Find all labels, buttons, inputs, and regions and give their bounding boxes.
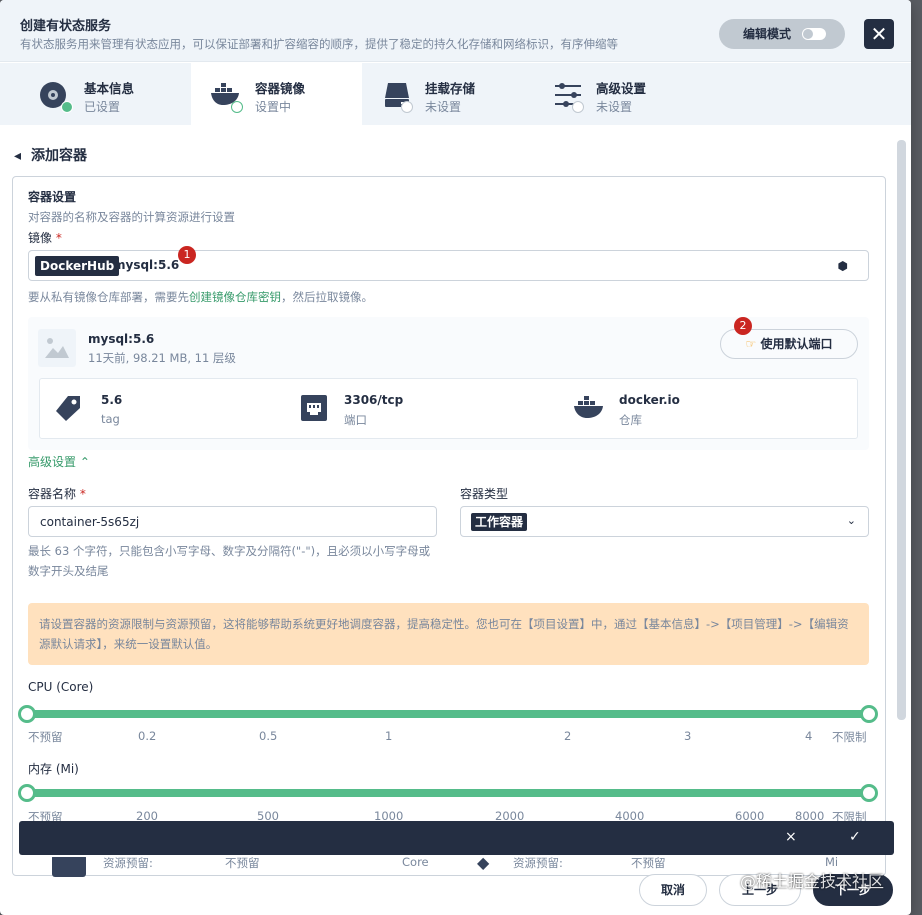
container-name-value: container-5s65zj xyxy=(40,515,140,529)
cpu-tick: 不预留 xyxy=(28,730,63,744)
close-button[interactable]: ✕ xyxy=(864,19,894,49)
registry-hint: 要从私有镜像仓库部署，需要先创建镜像仓库密钥，然后拉取镜像。 xyxy=(28,290,373,304)
status-in-progress-icon xyxy=(231,101,243,113)
cpu-tick: 不限制 xyxy=(832,730,867,744)
chevron-down-icon: ⌄ xyxy=(846,514,856,527)
create-statefulset-modal: 创建有状态服务 有状态服务用来管理有状态应用，可以保证部署和扩容缩容的顺序，提供… xyxy=(0,0,911,915)
marker-2-badge: 2 xyxy=(734,317,752,335)
section-title: 容器设置 xyxy=(28,190,77,204)
image-search-input[interactable]: DockerHub mysql:5.6 ⬢ xyxy=(28,250,869,281)
chevron-up-icon: ⌃ xyxy=(79,455,90,469)
cpu-tick: 0.2 xyxy=(138,729,157,743)
container-type-select[interactable]: 工作容器 ⌄ xyxy=(460,506,869,537)
tab-advanced-settings[interactable]: 高级设置 未设置 xyxy=(534,63,706,125)
prop-value: 5.6 xyxy=(101,393,123,407)
tab-status: 设置中 xyxy=(255,100,292,114)
image-meta: 11天前, 98.21 MB, 11 层级 xyxy=(88,351,236,365)
cpu-tick: 4 xyxy=(805,729,813,743)
memory-label: 内存 (Mi) xyxy=(28,762,79,776)
prop-label: 仓库 xyxy=(619,413,642,427)
modal-subtitle: 有状态服务用来管理有状态应用，可以保证部署和扩容缩容的顺序，提供了稳定的持久化存… xyxy=(20,37,618,51)
edit-mode-label: 编辑模式 xyxy=(743,27,792,41)
port-icon xyxy=(301,395,327,421)
image-properties: 5.6 tag 3306/tcp 端口 docker.io 仓库 xyxy=(39,378,858,439)
cancel-icon[interactable]: × xyxy=(785,829,797,845)
memory-slider[interactable] xyxy=(18,784,878,802)
cpu-tick: 2 xyxy=(564,729,572,743)
cpu-label: CPU (Core) xyxy=(28,680,94,694)
close-icon: ✕ xyxy=(870,22,888,46)
tab-container-image[interactable]: 容器镜像 设置中 xyxy=(191,63,362,125)
prop-value: 3306/tcp xyxy=(344,393,404,407)
toggle-switch-icon xyxy=(802,28,826,40)
resource-edit-bar: × ✓ xyxy=(19,821,894,855)
confirm-icon[interactable]: ✓ xyxy=(849,829,861,845)
registry-tag[interactable]: DockerHub xyxy=(35,256,120,276)
prop-label: 端口 xyxy=(344,413,367,427)
cpu-limit-handle[interactable] xyxy=(860,705,878,723)
cpu-tick: 0.5 xyxy=(259,729,278,743)
resource-warning: 请设置容器的资源限制与资源预留，这将能够帮助系统更好地调度容器，提高稳定性。您也… xyxy=(28,603,869,665)
modal-header: 创建有状态服务 有状态服务用来管理有状态应用，可以保证部署和扩容缩容的顺序，提供… xyxy=(0,0,911,62)
status-pending-icon xyxy=(572,101,584,113)
advanced-settings-toggle[interactable]: 高级设置 ⌃ xyxy=(28,453,90,470)
container-name-help: 最长 63 个字符，只能包含小写字母、数字及分隔符("-")，且必须以小写字母或… xyxy=(28,544,431,578)
tag-icon xyxy=(56,396,80,421)
prop-label: tag xyxy=(101,412,120,426)
tab-label: 高级设置 xyxy=(596,81,647,96)
container-type-label: 容器类型 xyxy=(460,487,509,501)
tab-label: 基本信息 xyxy=(84,81,135,96)
prop-value: docker.io xyxy=(619,393,680,407)
step-tabs: 基本信息 已设置 容器镜像 设置中 挂载存储 未设置 高级设置 未设置 xyxy=(0,63,911,125)
watermark: @稀土掘金技术社区 xyxy=(740,872,885,891)
image-placeholder-icon xyxy=(38,329,76,367)
tab-label: 容器镜像 xyxy=(255,81,306,96)
scrollbar[interactable] xyxy=(897,140,906,720)
tab-mount-storage[interactable]: 挂载存储 未设置 xyxy=(363,63,533,125)
tab-status: 已设置 xyxy=(84,100,121,114)
image-info-panel: mysql:5.6 11天前, 98.21 MB, 11 层级 ☞ 使用默认端口… xyxy=(28,317,869,450)
section-desc: 对容器的名称及容器的计算资源进行设置 xyxy=(28,210,235,224)
image-input-value: mysql:5.6 xyxy=(113,258,180,272)
back-button[interactable]: ◂ 添加容器 xyxy=(14,145,87,165)
tab-status: 未设置 xyxy=(596,100,633,114)
cancel-button[interactable]: 取消 xyxy=(639,874,707,906)
cube-icon[interactable]: ⬢ xyxy=(838,259,848,273)
tab-status: 未设置 xyxy=(425,100,462,114)
cpu-slider[interactable] xyxy=(18,705,878,723)
edit-mode-toggle[interactable]: 编辑模式 xyxy=(719,19,845,49)
memory-reserve-handle[interactable] xyxy=(18,784,36,802)
memory-limit-handle[interactable] xyxy=(860,784,878,802)
container-name-input[interactable]: container-5s65zj xyxy=(28,506,437,537)
container-name-label: 容器名称 * xyxy=(28,487,86,501)
modal-title: 创建有状态服务 xyxy=(20,19,112,34)
tab-basic-info[interactable]: 基本信息 已设置 xyxy=(20,63,190,125)
hand-pointer-icon: ☞ xyxy=(745,337,757,351)
image-field-label: 镜像 * xyxy=(28,231,62,245)
page-title: 添加容器 xyxy=(31,148,88,164)
container-type-value: 工作容器 xyxy=(471,513,528,531)
marker-1-badge: 1 xyxy=(178,246,196,264)
cpu-tick: 1 xyxy=(385,729,393,743)
tab-label: 挂载存储 xyxy=(425,81,476,96)
status-done-icon xyxy=(61,101,73,113)
cpu-tick: 3 xyxy=(684,729,692,743)
image-name: mysql:5.6 xyxy=(88,332,155,346)
cpu-reserve-handle[interactable] xyxy=(18,705,36,723)
status-pending-icon xyxy=(401,101,413,113)
docker-icon xyxy=(574,396,603,418)
back-arrow-icon: ◂ xyxy=(14,148,22,164)
create-secret-link[interactable]: 创建镜像仓库密钥 xyxy=(189,290,281,304)
